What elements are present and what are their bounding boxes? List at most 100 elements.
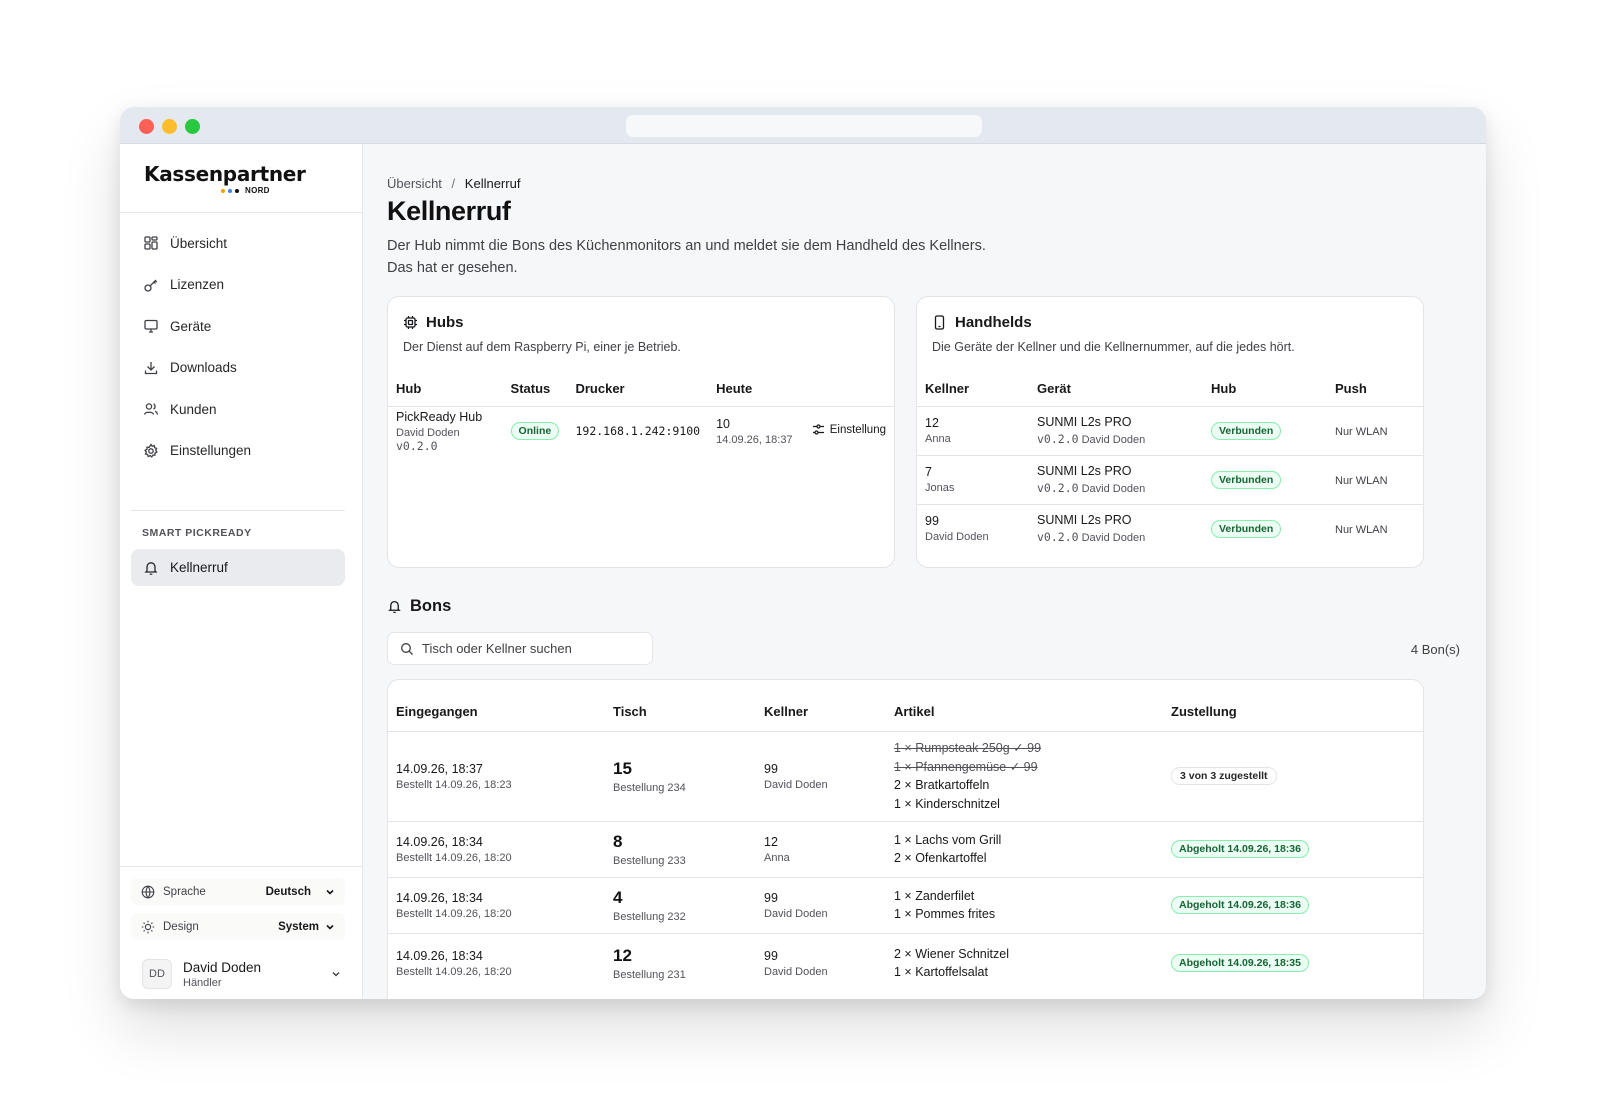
waiter-name: Anna [764,851,790,864]
sun-icon [141,920,155,934]
delivery-badge: 3 von 3 zugestellt [1171,767,1277,785]
sidebar-item-kunden[interactable]: Kunden [131,390,351,428]
column-header[interactable]: Eingegangen [388,680,605,731]
received-time: 14.09.26, 18:34 [396,948,483,963]
table-number: 15 [613,758,632,778]
table-number: 8 [613,831,623,851]
article-item: 2 × Bratkartoffeln [894,778,990,792]
chevron-down-icon[interactable] [330,968,342,980]
article-item: 1 × Lachs vom Grill [894,832,1002,847]
received-time: 14.09.26, 18:37 [396,761,483,776]
waiter-name: David Doden [764,778,828,791]
received-time: 14.09.26, 18:34 [396,834,483,849]
hub-owner-name: David Doden [396,426,460,439]
column-header[interactable]: Kellner [917,371,1029,406]
language-select[interactable]: Sprache Deutsch [131,878,345,905]
device-meta: v0.2.0 David Doden [1037,530,1195,544]
column-header[interactable]: Kellner [756,680,886,731]
globe-icon [141,885,155,899]
table-row[interactable]: 14.09.26, 18:34 Bestellt 14.09.26, 18:20 … [388,820,1423,877]
device-version: v0.2.0 [1037,432,1079,446]
table-row[interactable]: 7 Jonas SUNMI L2s PRO v0.2.0 David Doden V… [917,454,1423,504]
table-row[interactable]: 12 Anna SUNMI L2s PRO v0.2.0 David Doden V… [917,405,1423,455]
sidebar-item-kellnerruf[interactable]: Kellnerruf [131,549,345,586]
table-row[interactable]: 14.09.26, 18:34 Bestellt 14.09.26, 18:20 … [388,932,1423,993]
column-header[interactable]: Status [503,371,568,406]
design-select[interactable]: Design System [131,913,345,940]
chevron-down-icon [325,887,335,897]
search-input[interactable]: Tisch oder Kellner suchen [387,632,653,665]
status-badge: Verbunden [1211,421,1282,440]
sidebar-item-label: Kunden [170,401,217,417]
handhelds-card: Handhelds Die Geräte der Kellner und die… [916,296,1424,568]
design-value: System [278,920,319,933]
device-name: SUNMI L2s PRO [1037,464,1132,478]
column-header[interactable]: Tisch [605,680,756,731]
brand-logo[interactable]: Kassenpartner NORD [144,162,306,195]
article-item: 2 × Ofenkartoffel [894,851,987,865]
ordered-time: Bestellt 14.09.26, 18:23 [396,778,512,791]
column-header[interactable]: Zustellung [1163,680,1423,731]
ordered-time: Bestellt 14.09.26, 18:20 [396,851,512,864]
sidebar-item-label: Downloads [170,360,237,375]
column-header[interactable]: Hub [1203,371,1327,406]
hub-owner: David Doden v0.2.0 [396,427,495,453]
brand-dot-amber [221,188,225,193]
breadcrumb-root[interactable]: Übersicht [387,176,442,191]
search-placeholder: Tisch oder Kellner suchen [422,641,572,656]
language-label: Sprache [163,885,206,898]
minimize-window-button[interactable] [162,119,177,134]
brand-dot-black [235,188,239,193]
table-row[interactable]: PickReady Hub David Doden v0.2.0 Online … [388,405,894,456]
sidebar-item-einstellungen[interactable]: Einstellungen [131,432,351,470]
waiter-number: 7 [925,465,932,479]
article-item: 1 × Zanderfilet [894,888,975,903]
device-meta: v0.2.0 David Doden [1037,481,1195,495]
users-icon [143,401,159,417]
handhelds-table: Kellner Gerät Hub Push 12 Anna SUNMI L2s … [917,371,1423,553]
monitor-icon [143,318,159,334]
ordered-time: Bestellt 14.09.26, 18:20 [396,907,512,920]
sidebar-item-downloads[interactable]: Downloads [131,349,351,387]
browser-window: Kassenpartner NORD Übersicht Lizenzen Ge… [120,107,1486,999]
breadcrumb: Übersicht / Kellnerruf [387,176,520,191]
close-window-button[interactable] [139,119,154,134]
bell-icon [387,599,402,614]
address-bar[interactable] [626,115,982,137]
table-row[interactable]: 14.09.26, 18:34 Bestellt 14.09.26, 18:20 … [388,876,1423,933]
sidebar-item-uebersicht[interactable]: Übersicht [131,224,351,262]
column-header[interactable]: Hub [388,371,503,406]
bons-count: 4 Bon(s) [1410,642,1460,657]
divider [120,866,362,867]
table-row[interactable]: 99 David Doden SUNMI L2s PRO v0.2.0 David … [917,503,1423,553]
today-time: 14.09.26, 18:37 [716,433,793,446]
user-menu[interactable]: DD David Doden Händler [142,957,342,991]
column-header[interactable]: Drucker [567,371,708,406]
waiter-name: David Doden [764,965,828,978]
sidebar-item-lizenzen[interactable]: Lizenzen [131,266,351,304]
column-header[interactable]: Gerät [1029,371,1203,406]
maximize-window-button[interactable] [185,119,200,134]
search-icon [400,642,414,656]
hub-settings-button[interactable]: Einstellung [812,423,886,436]
device-version: v0.2.0 [1037,530,1079,545]
push-mode: Nur WLAN [1335,523,1388,536]
push-mode: Nur WLAN [1335,425,1388,438]
chip-icon [403,315,418,330]
handhelds-title: Handhelds [932,314,1032,331]
user-role: Händler [183,976,222,989]
sidebar-item-geraete[interactable]: Geräte [131,307,351,345]
column-header[interactable]: Artikel [886,680,1163,731]
column-header[interactable]: Heute [708,371,804,406]
device-name: SUNMI L2s PRO [1037,513,1132,528]
table-row[interactable]: 14.09.26, 18:37 Bestellt 14.09.26, 18:23 … [388,730,1423,821]
waiter-number: 99 [764,761,778,776]
user-name: David Doden [183,959,262,975]
waiter-number: 99 [925,514,939,529]
push-mode: Nur WLAN [1335,474,1388,487]
bons-card: Eingegangen Tisch Kellner Artikel Zustel… [387,679,1424,999]
column-header[interactable]: Push [1327,371,1423,406]
received-time: 14.09.26, 18:34 [396,890,483,905]
sidebar-item-label: Übersicht [170,235,228,251]
sidebar-nav: Übersicht Lizenzen Geräte Downloads Kund… [131,224,351,473]
